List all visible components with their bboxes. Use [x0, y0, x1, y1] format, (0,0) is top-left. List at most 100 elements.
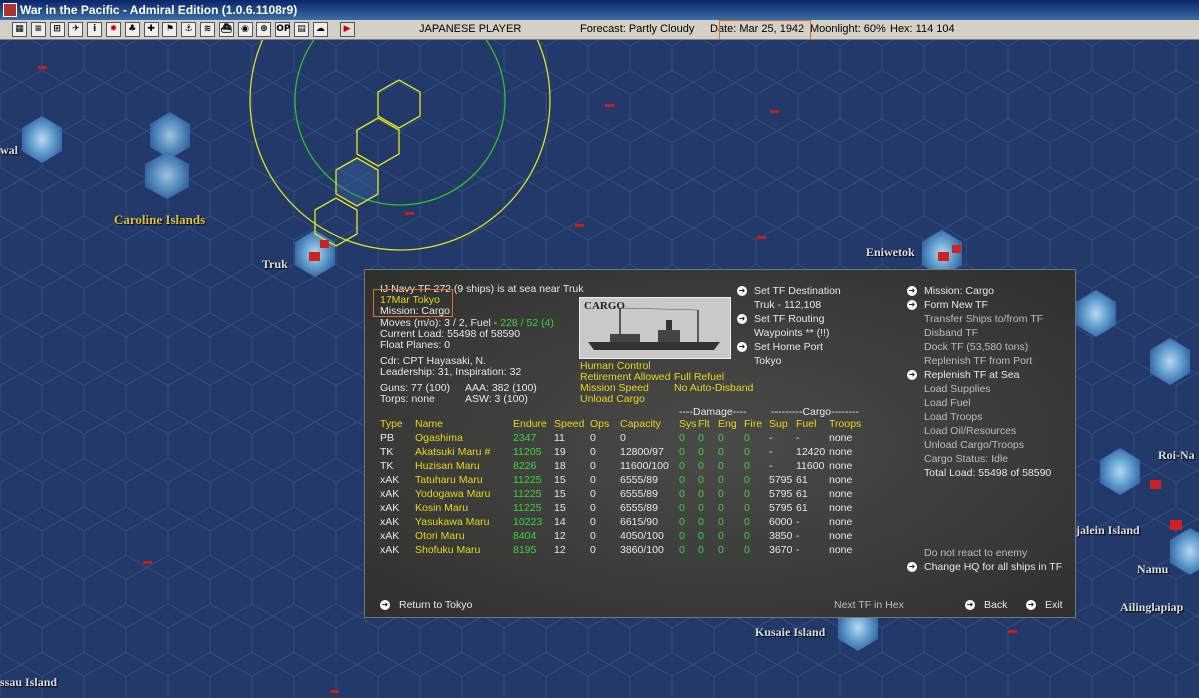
- ship-name-link[interactable]: Akatsuki Maru #: [415, 446, 490, 458]
- ship-name-link[interactable]: Tatuharu Maru: [415, 474, 483, 486]
- ship-name-link[interactable]: Yodogawa Maru: [415, 488, 491, 500]
- ship-name-link[interactable]: Yasukawa Maru: [415, 516, 490, 528]
- unload-cargo-button[interactable]: Unload Cargo/Troops: [924, 439, 1024, 451]
- replenish-port-button[interactable]: Replenish TF from Port: [924, 355, 1032, 367]
- arrow-icon[interactable]: ➜: [907, 562, 917, 572]
- arrow-icon[interactable]: ➜: [1026, 600, 1036, 610]
- report-icon[interactable]: ⊕: [256, 22, 272, 37]
- form-new-tf-button[interactable]: Form New TF: [924, 299, 988, 311]
- exit-button[interactable]: Exit: [1045, 599, 1063, 611]
- option-no-auto-disband[interactable]: No Auto-Disband: [674, 382, 753, 394]
- table-header[interactable]: Ops: [590, 418, 609, 430]
- table-header[interactable]: Sys: [679, 418, 697, 430]
- ship-icon[interactable]: ⊞: [49, 22, 65, 37]
- replenish-sea-button[interactable]: Replenish TF at Sea: [924, 369, 1020, 381]
- info-icon[interactable]: i: [87, 22, 103, 37]
- load-troops-button[interactable]: Load Troops: [924, 411, 982, 423]
- end-turn-icon[interactable]: ▶: [339, 22, 355, 37]
- table-cell: 0: [744, 544, 750, 556]
- table-cell: 0: [679, 488, 685, 500]
- arrow-icon[interactable]: ➜: [907, 300, 917, 310]
- op-icon[interactable]: OP: [275, 22, 290, 37]
- table-header[interactable]: Capacity: [620, 418, 661, 430]
- list2-icon[interactable]: ▤: [294, 22, 309, 37]
- table-cell: 2347: [513, 432, 537, 444]
- table-header[interactable]: Name: [415, 418, 443, 430]
- ship-name-link[interactable]: Kosin Maru: [415, 502, 468, 514]
- table-cell: 0: [590, 530, 596, 542]
- ship-name-link[interactable]: Otori Maru: [415, 530, 465, 542]
- tf-torps: Torps: none: [380, 393, 435, 405]
- table-cell: none: [829, 516, 853, 528]
- cargo-status: Cargo Status: Idle: [924, 453, 1009, 465]
- table-header[interactable]: Speed: [554, 418, 584, 430]
- table-header[interactable]: Fire: [744, 418, 762, 430]
- app-icon: [3, 3, 17, 17]
- arrow-icon[interactable]: ➜: [380, 600, 390, 610]
- change-hq-button[interactable]: Change HQ for all ships in TF: [924, 561, 1062, 573]
- fleet-icon[interactable]: ⛴: [218, 22, 234, 37]
- ground-icon[interactable]: ♣: [124, 22, 140, 37]
- plane-icon[interactable]: ✚: [143, 22, 159, 37]
- table-cell: 0: [590, 474, 596, 486]
- table-cell: 12: [554, 530, 566, 542]
- load-supplies-button[interactable]: Load Supplies: [924, 383, 991, 395]
- table-cell: 0: [590, 432, 596, 444]
- set-tf-routing-button[interactable]: Set TF Routing: [754, 313, 824, 325]
- base-icon[interactable]: ⚑: [162, 22, 178, 37]
- transfer-ships-button[interactable]: Transfer Ships to/from TF: [924, 313, 1043, 325]
- table-header[interactable]: Fuel: [796, 418, 816, 430]
- table-header[interactable]: Type: [380, 418, 403, 430]
- table-cell: 0: [744, 516, 750, 528]
- set-tf-destination-button[interactable]: Set TF Destination: [754, 285, 841, 297]
- hq-icon[interactable]: ≋: [200, 22, 215, 37]
- map-label-kusaie: Kusaie Island: [755, 625, 826, 639]
- table-header[interactable]: Flt: [698, 418, 710, 430]
- table-cell: 0: [698, 460, 704, 472]
- arrow-icon[interactable]: ➜: [737, 314, 747, 324]
- air-icon[interactable]: ✈: [68, 22, 84, 37]
- arrow-icon[interactable]: ➜: [737, 342, 747, 352]
- next-tf-button[interactable]: Next TF in Hex: [834, 599, 904, 611]
- arrow-icon[interactable]: ➜: [907, 286, 917, 296]
- table-header[interactable]: Endure: [513, 418, 547, 430]
- return-to-tokyo-button[interactable]: Return to Tokyo: [399, 599, 472, 611]
- option-unload-cargo[interactable]: Unload Cargo: [580, 393, 645, 405]
- globe-icon[interactable]: ◉: [237, 22, 253, 37]
- back-button[interactable]: Back: [984, 599, 1007, 611]
- ship-name-link[interactable]: Ogashima: [415, 432, 463, 444]
- convoy-icon[interactable]: ⚓: [181, 22, 197, 37]
- set-home-port-button[interactable]: Set Home Port: [754, 341, 823, 353]
- mission-button[interactable]: Mission: Cargo: [924, 285, 994, 297]
- table-cell: 15: [554, 488, 566, 500]
- ship-name-link[interactable]: Shofuku Maru: [415, 544, 480, 556]
- cargo-group-header: ---------Cargo--------: [771, 406, 860, 418]
- list-icon[interactable]: ≡: [30, 22, 46, 37]
- disband-tf-button[interactable]: Disband TF: [924, 327, 978, 339]
- arrow-icon[interactable]: ➜: [965, 600, 975, 610]
- table-cell: 0: [698, 530, 704, 542]
- no-react-button[interactable]: Do not react to enemy: [924, 547, 1027, 559]
- dock-tf-button[interactable]: Dock TF (53,580 tons): [924, 341, 1028, 353]
- table-header[interactable]: Sup: [769, 418, 788, 430]
- table-cell: 6555/89: [620, 502, 658, 514]
- tf-mission: Mission: Cargo: [380, 305, 451, 317]
- arrow-icon[interactable]: ➜: [907, 370, 917, 380]
- table-header[interactable]: Troops: [829, 418, 861, 430]
- arrow-icon[interactable]: ➜: [737, 286, 747, 296]
- table-cell: none: [829, 488, 853, 500]
- table-cell: TK: [380, 460, 394, 472]
- map-label-ssau-island: ssau Island: [0, 675, 58, 689]
- map-label-namu: Namu: [1137, 562, 1169, 576]
- table-cell: 0: [744, 530, 750, 542]
- load-oil-button[interactable]: Load Oil/Resources: [924, 425, 1016, 437]
- flag-icon[interactable]: ✸: [106, 22, 121, 37]
- map-icon[interactable]: ▦: [12, 22, 27, 37]
- table-header[interactable]: Eng: [718, 418, 737, 430]
- table-cell: -: [769, 432, 773, 444]
- cloud-icon[interactable]: ☁: [312, 22, 328, 37]
- table-cell: 0: [620, 432, 626, 444]
- ship-name-link[interactable]: Huzisan Maru: [415, 460, 480, 472]
- table-cell: none: [829, 446, 853, 458]
- load-fuel-button[interactable]: Load Fuel: [924, 397, 971, 409]
